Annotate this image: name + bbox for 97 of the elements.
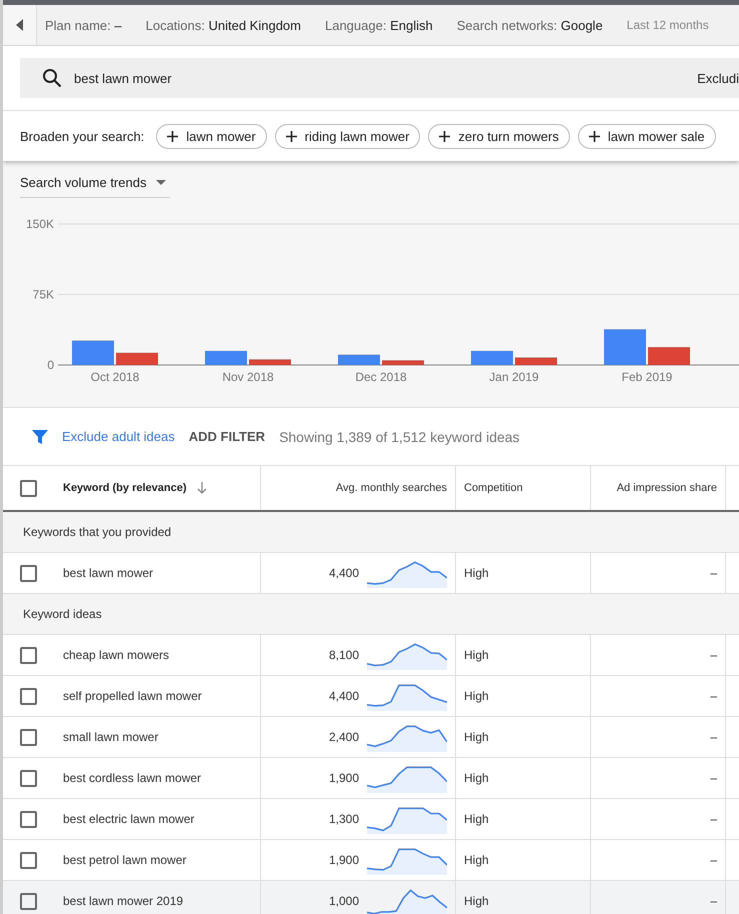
- add-filter-button[interactable]: ADD FILTER: [184, 429, 270, 444]
- search-icon: [42, 68, 62, 88]
- axis-tick-label: Jan 2019: [489, 370, 539, 384]
- plan-setting[interactable]: Locations: United Kingdom: [146, 18, 301, 32]
- competition-cell: High: [464, 730, 489, 744]
- plan-setting[interactable]: Plan name: –: [45, 18, 122, 32]
- searches-cell: 1,900: [328, 771, 359, 785]
- ad-share-cell: –: [710, 853, 717, 867]
- row-checkbox[interactable]: [20, 728, 36, 746]
- plus-icon: [439, 130, 450, 142]
- bar: [648, 347, 690, 365]
- row-checkbox[interactable]: [20, 810, 36, 828]
- row-checkbox[interactable]: [20, 770, 36, 786]
- competition-cell: High: [464, 894, 489, 908]
- searches-cell: 1,300: [328, 812, 359, 826]
- search-field[interactable]: best lawn mower Excludi: [20, 58, 739, 98]
- results-summary: Showing 1,389 of 1,512 keyword ideas: [279, 428, 520, 444]
- keyword-row[interactable]: best lawn mower 2019 1,000 High –: [3, 881, 739, 914]
- select-all-checkbox[interactable]: [20, 480, 36, 496]
- keyword-row[interactable]: best cordless lawn mower 1,900 High –: [3, 758, 739, 799]
- row-checkbox[interactable]: [20, 646, 36, 664]
- searches-cell: 2,400: [328, 730, 359, 744]
- searches-cell: 1,000: [328, 894, 359, 908]
- axis-tick-label: Nov 2018: [222, 370, 274, 384]
- keyword-row[interactable]: best lawn mower 4,400 High –: [3, 553, 739, 594]
- searches-cell: 4,400: [328, 566, 359, 580]
- keyword-row[interactable]: cheap lawn mowers 8,100 High –: [3, 635, 739, 676]
- bar: [471, 350, 513, 365]
- keyword-chip[interactable]: riding lawn mower: [274, 124, 420, 148]
- bar: [116, 352, 158, 365]
- row-checkbox[interactable]: [20, 564, 36, 582]
- searches-cell: 1,900: [328, 853, 359, 867]
- bar: [604, 329, 646, 365]
- keyword-cell: self propelled lawn mower: [63, 689, 202, 703]
- chart-type-dropdown[interactable]: Search volume trends: [20, 175, 170, 198]
- keyword-row[interactable]: best petrol lawn mower 1,900 High –: [3, 840, 739, 881]
- keyword-chip[interactable]: lawn mower: [156, 124, 267, 148]
- axis-tick-label: Feb 2019: [622, 370, 672, 384]
- group-title: Keywords that you provided: [23, 525, 172, 539]
- competition-cell: High: [464, 648, 489, 662]
- broaden-label: Broaden your search:: [20, 128, 144, 144]
- bar: [382, 360, 424, 365]
- axis-tick-label: Dec 2018: [355, 370, 407, 384]
- competition-cell: High: [464, 853, 489, 867]
- exclude-label: Excludi: [697, 70, 739, 86]
- keyword-cell: cheap lawn mowers: [63, 648, 170, 662]
- keyword-cell: small lawn mower: [63, 730, 158, 744]
- row-checkbox[interactable]: [20, 688, 36, 704]
- axis-tick-label: Oct 2018: [90, 370, 140, 384]
- column-header[interactable]: Ad impression share: [616, 482, 717, 494]
- column-header[interactable]: Avg. monthly searches: [336, 482, 447, 494]
- bar: [249, 359, 291, 365]
- bar: [205, 350, 247, 365]
- plan-setting[interactable]: Search networks: Google: [456, 18, 603, 32]
- keyword-chip[interactable]: zero turn mowers: [428, 124, 570, 148]
- plus-icon: [588, 130, 600, 142]
- keyword-cell: best cordless lawn mower: [63, 771, 202, 785]
- keyword-cell: best lawn mower: [63, 566, 154, 580]
- bar: [338, 354, 380, 365]
- axis-tick-label: 75K: [32, 288, 54, 302]
- bar: [515, 357, 557, 365]
- keyword-cell: best petrol lawn mower: [63, 853, 186, 867]
- keyword-cell: best lawn mower 2019: [63, 894, 184, 908]
- plus-icon: [286, 130, 297, 142]
- left-triangle-icon: [16, 19, 24, 31]
- keyword-row[interactable]: small lawn mower 2,400 High –: [3, 717, 739, 758]
- ad-share-cell: –: [710, 812, 717, 826]
- plan-setting[interactable]: Language: English: [324, 18, 433, 32]
- axis-tick-label: 0: [47, 358, 54, 372]
- column-header[interactable]: Keyword (by relevance): [63, 482, 186, 494]
- competition-cell: High: [464, 771, 489, 785]
- keyword-cell: best electric lawn mower: [63, 812, 194, 826]
- collapse-button[interactable]: [3, 5, 37, 45]
- ad-share-cell: –: [710, 648, 717, 662]
- bar: [72, 340, 114, 365]
- group-title: Keyword ideas: [23, 607, 102, 621]
- competition-cell: High: [464, 566, 489, 580]
- keyword-chip[interactable]: lawn mower sale: [578, 124, 716, 148]
- row-checkbox[interactable]: [20, 852, 36, 868]
- exclude-adult-ideas-link[interactable]: Exclude adult ideas: [62, 429, 175, 444]
- searches-cell: 4,400: [328, 689, 359, 703]
- plus-icon: [167, 130, 178, 142]
- axis-tick-label: 150K: [26, 217, 54, 231]
- ad-share-cell: –: [710, 730, 717, 744]
- row-checkbox[interactable]: [20, 892, 36, 910]
- keyword-row[interactable]: self propelled lawn mower 4,400 High –: [3, 676, 739, 717]
- column-header[interactable]: Competition: [464, 482, 523, 494]
- searches-cell: 8,100: [328, 648, 359, 662]
- competition-cell: High: [464, 689, 489, 703]
- ad-share-cell: –: [710, 689, 717, 703]
- ad-share-cell: –: [710, 771, 717, 785]
- dropdown-caret-icon: [156, 180, 166, 185]
- filter-icon[interactable]: [32, 428, 48, 444]
- ad-share-cell: –: [710, 566, 717, 580]
- ad-share-cell: –: [710, 894, 717, 908]
- competition-cell: High: [464, 812, 489, 826]
- keyword-row[interactable]: best electric lawn mower 1,300 High –: [3, 799, 739, 840]
